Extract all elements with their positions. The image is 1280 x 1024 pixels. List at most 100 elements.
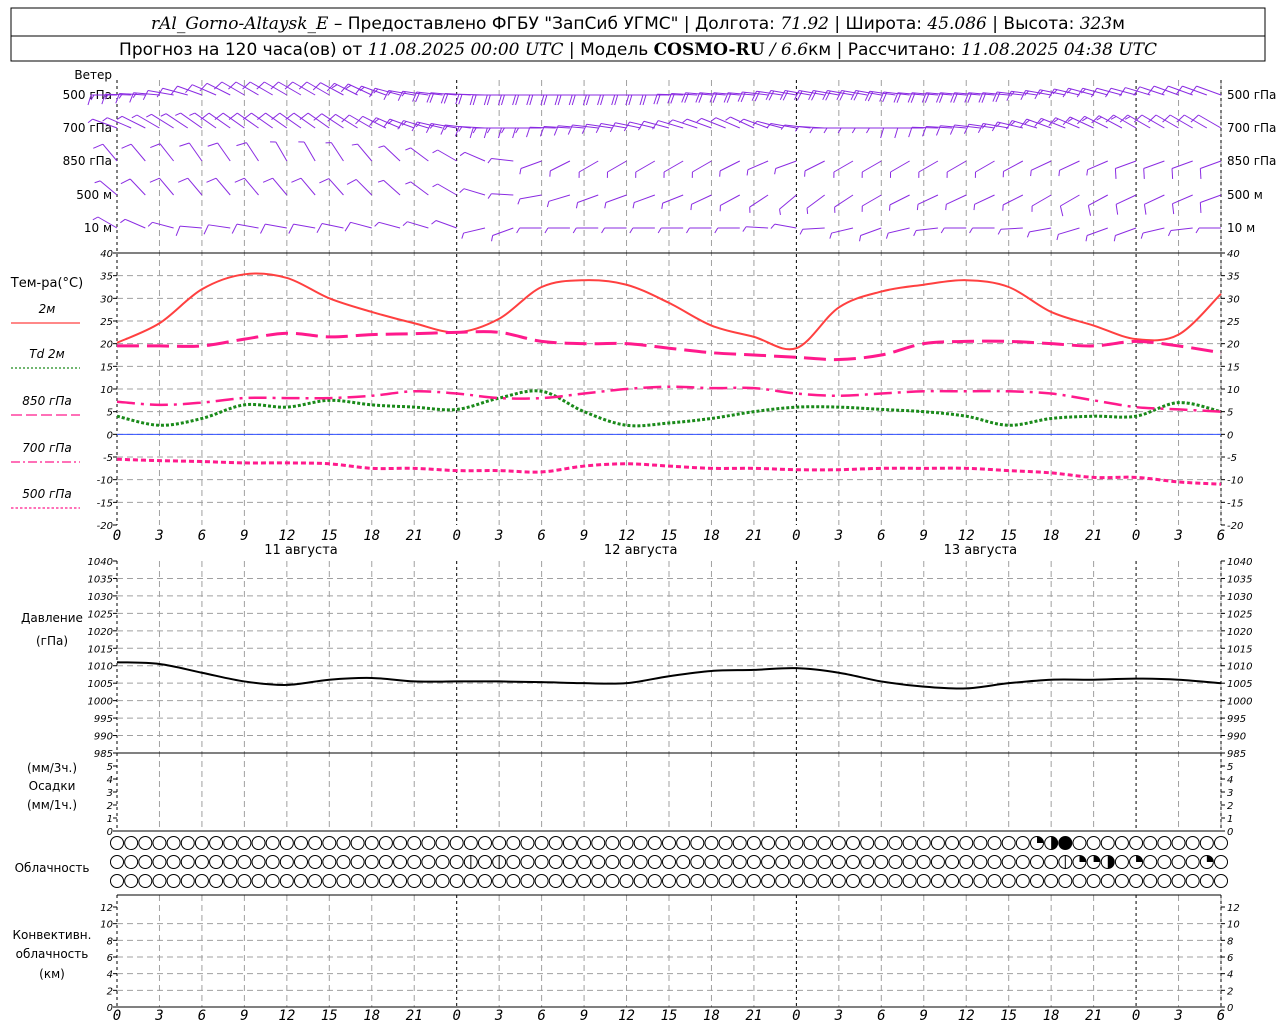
wind-barb (432, 149, 457, 162)
cloud-circle (393, 836, 408, 850)
cloud-circle (223, 836, 238, 850)
wind-barb (657, 227, 684, 234)
wind-barb-feather (316, 223, 323, 233)
cloud-cover-symbol (124, 874, 139, 888)
cloud-cover-symbol (959, 855, 974, 869)
cloud-circle (1157, 836, 1172, 850)
cloud-cover-symbol (591, 874, 606, 888)
wind-barb-feather (94, 180, 101, 184)
cloud-circle (619, 855, 634, 869)
x-tick-label-bottom: 0 (1132, 1008, 1140, 1024)
wind-barb-shaft (662, 194, 684, 204)
wind-barb-feather (973, 204, 976, 211)
cloud-cover-symbol (166, 855, 181, 869)
pressure-tick-label: 1020 (88, 627, 113, 638)
wind-barb-shaft (320, 82, 344, 96)
cloud-circle (435, 874, 450, 888)
cloud-circle (478, 874, 492, 888)
cloud-circle (336, 836, 351, 850)
cloud-circle (945, 836, 960, 850)
pressure-tick-label: 1010 (88, 662, 113, 673)
cloud-circle (1030, 874, 1044, 888)
wind-barb-feather (472, 127, 477, 134)
cloud-circle (1143, 836, 1158, 850)
wind-barb-feather (517, 198, 521, 205)
cloud-cover-symbol (577, 855, 592, 869)
wind-barb-shaft (833, 160, 854, 173)
wind-barb (346, 179, 373, 196)
wind-barb-shaft (124, 218, 146, 229)
wind-barb-shaft (321, 223, 344, 229)
wind-barb-shaft (747, 160, 769, 171)
cloud-circle (378, 874, 393, 888)
x-tick-label-bottom: 18 (363, 1008, 380, 1024)
wind-barb-feather (319, 178, 330, 184)
cloud-circle (322, 855, 337, 869)
cloud-circle (591, 836, 606, 850)
x-tick-label-bottom: 12 (958, 1008, 975, 1024)
wind-barb-shaft (152, 221, 174, 229)
wind-barb-feather (885, 232, 889, 239)
day-label: 13 августа (944, 543, 1018, 558)
cloud-cover-symbol (945, 836, 960, 850)
wind-barb-feather (799, 229, 804, 235)
wind-barb-shaft (774, 223, 797, 229)
cloud-cover-symbol (690, 874, 705, 888)
wind-barb-shaft (860, 227, 882, 236)
cloud-cover-symbol (562, 855, 577, 869)
wind-barb-shaft (1182, 85, 1208, 96)
cloud-label: Облачность (15, 861, 90, 875)
cloud-cover-symbol (959, 836, 974, 850)
wind-barb-shaft (578, 160, 599, 173)
wind-barb-shaft (1003, 160, 1024, 172)
cloud-circle (1185, 855, 1200, 869)
wind-barb (1113, 227, 1137, 242)
wind-barb-feather (512, 127, 517, 139)
cloud-cover-symbol (350, 836, 365, 850)
cloud-cover-symbol (1072, 855, 1087, 869)
wind-barb (918, 160, 939, 178)
cloud-circle (1086, 836, 1101, 850)
cloud-circle (152, 855, 167, 869)
convective-tick-label: 4 (107, 970, 113, 981)
cloud-circle (789, 855, 804, 869)
cloud-cover-symbol (1214, 855, 1228, 869)
cloud-cover-symbol (831, 855, 846, 869)
wind-barb-feather (554, 94, 559, 106)
cloud-cover-symbol (1001, 836, 1016, 850)
wind-barb (405, 147, 429, 162)
pressure-tick-label: 1015 (88, 644, 113, 655)
wind-barb-shaft (275, 141, 288, 162)
cloud-circle (393, 855, 408, 869)
cloud-cover-symbol (449, 855, 464, 869)
wind-barb-shaft (890, 160, 910, 173)
cloud-circle (548, 855, 563, 869)
wind-barb-feather (1058, 170, 1061, 177)
temperature-tick-label: 5 (107, 408, 113, 419)
cloud-circle (945, 855, 960, 869)
temperature-tick-label: -10 (97, 476, 113, 487)
wind-barb-shaft (1200, 194, 1222, 203)
cloud-cover-symbol (959, 874, 974, 888)
cloud-circle (110, 874, 124, 888)
cloud-cover-symbol (492, 874, 507, 888)
cloud-cover-symbol (916, 874, 931, 888)
wind-barb-shaft (720, 194, 741, 206)
cloud-cover-symbol (435, 874, 450, 888)
cloud-cover-symbol (1086, 855, 1101, 869)
wind-barb-feather (526, 127, 531, 138)
legend-label: 500 гПа (22, 487, 71, 501)
cloud-circle (831, 855, 846, 869)
cloud-circle (407, 855, 422, 869)
cloud-circle (1086, 874, 1101, 888)
cloud-cover-symbol (1114, 874, 1129, 888)
wind-barb-feather (529, 94, 534, 106)
wind-barb-shaft (862, 160, 882, 173)
wind-barb-feather (189, 112, 195, 116)
wind-barb (1002, 194, 1024, 211)
wind-barb-feather (93, 143, 104, 149)
cloud-cover-symbol (364, 836, 379, 850)
wind-barb (833, 160, 854, 178)
cloud-circle (364, 836, 379, 850)
cloud-cover-symbol (336, 836, 351, 850)
